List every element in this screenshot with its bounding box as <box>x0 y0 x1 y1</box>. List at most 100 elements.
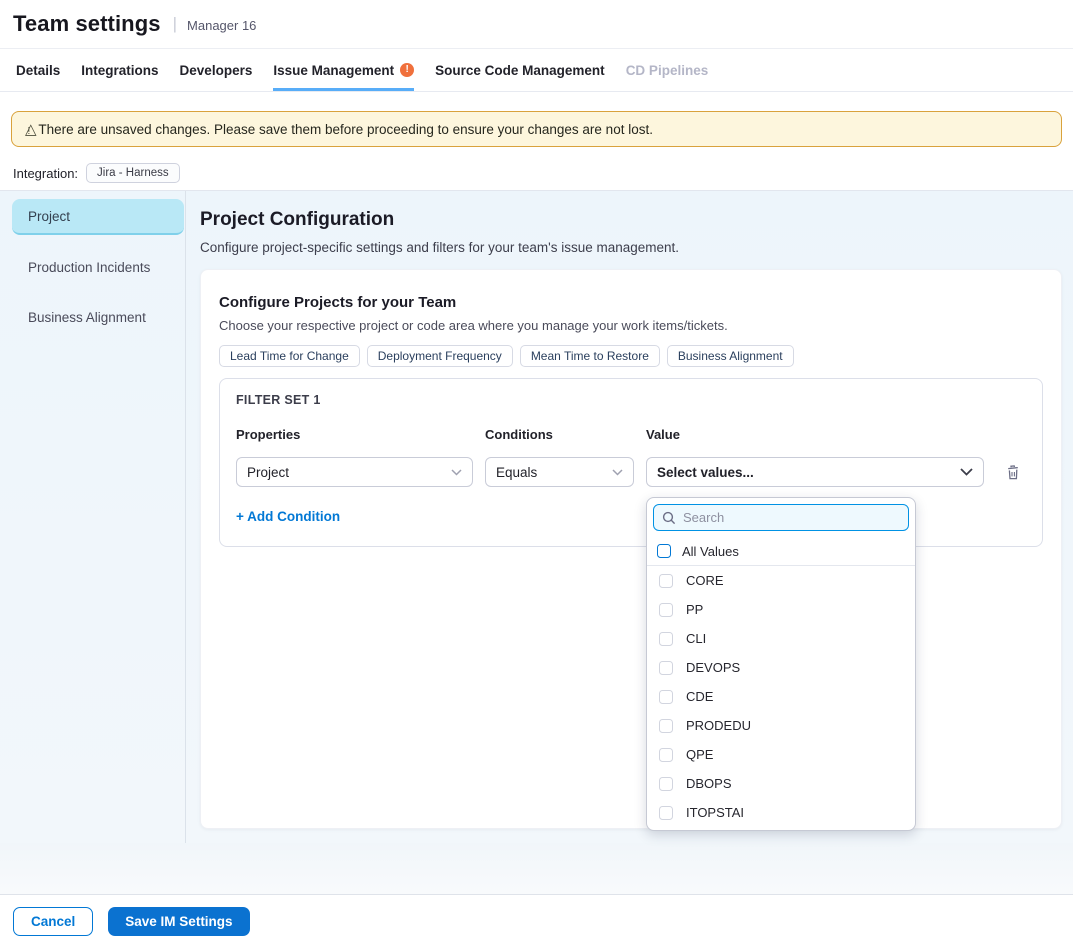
tab-developers[interactable]: Developers <box>180 49 253 91</box>
option-cli[interactable]: CLI <box>647 624 915 653</box>
content-area: Project Production Incidents Business Al… <box>0 190 1073 843</box>
card-title: Configure Projects for your Team <box>219 294 1043 311</box>
conditions-column-label: Conditions <box>485 427 634 442</box>
warning-triangle-icon: △! <box>25 122 30 137</box>
integration-chip[interactable]: Jira - Harness <box>86 163 180 183</box>
title-separator: | <box>173 14 177 34</box>
checkbox-all-values[interactable] <box>657 544 671 558</box>
sidebar-item-label: Business Alignment <box>28 310 146 325</box>
save-im-settings-button[interactable]: Save IM Settings <box>108 907 249 936</box>
checkbox[interactable] <box>659 777 673 791</box>
option-label: CDE <box>686 689 713 704</box>
checkbox[interactable] <box>659 632 673 646</box>
select-all-label: All Values <box>682 544 739 559</box>
checkbox[interactable] <box>659 661 673 675</box>
sidebar-item-label: Production Incidents <box>28 260 150 275</box>
tab-bar: Details Integrations Developers Issue Ma… <box>0 49 1073 92</box>
unsaved-changes-banner: △! There are unsaved changes. Please sav… <box>11 111 1062 147</box>
footer-action-bar: Cancel Save IM Settings <box>0 894 1073 948</box>
add-condition-button[interactable]: + Add Condition <box>236 509 340 524</box>
sidebar-item-production-incidents[interactable]: Production Incidents <box>12 249 184 285</box>
dropdown-search-input[interactable] <box>683 510 900 525</box>
unsaved-changes-badge-icon: ! <box>400 63 414 77</box>
option-label: DEVOPS <box>686 660 740 675</box>
property-select[interactable]: Project <box>236 457 473 487</box>
integration-row: Integration: Jira - Harness <box>13 163 1062 183</box>
configure-projects-card: Configure Projects for your Team Choose … <box>200 269 1062 829</box>
option-label: ITOPSTAI <box>686 805 744 820</box>
dropdown-search-box[interactable] <box>653 504 909 531</box>
sidebar-item-project[interactable]: Project <box>12 199 184 235</box>
condition-select-value: Equals <box>496 465 612 480</box>
option-label: CLI <box>686 631 706 646</box>
tab-label: Source Code Management <box>435 63 605 78</box>
option-itopstai[interactable]: ITOPSTAI <box>647 798 915 827</box>
notice-zone: △! There are unsaved changes. Please sav… <box>0 92 1073 190</box>
trash-icon <box>1005 464 1021 481</box>
chevron-down-icon <box>451 469 462 476</box>
tab-source-code-management[interactable]: Source Code Management <box>435 49 605 91</box>
checkbox[interactable] <box>659 806 673 820</box>
chip-mean-time-to-restore[interactable]: Mean Time to Restore <box>520 345 660 367</box>
tab-cd-pipelines: CD Pipelines <box>626 49 709 91</box>
value-select-wrapper: Select values... <box>646 457 984 487</box>
option-label: PRODEDU <box>686 718 751 733</box>
chevron-down-icon <box>960 468 973 476</box>
option-dbops[interactable]: DBOPS <box>647 769 915 798</box>
option-cde[interactable]: CDE <box>647 682 915 711</box>
filter-set-title: FILTER SET 1 <box>236 393 1026 407</box>
search-icon <box>662 511 676 525</box>
option-devops[interactable]: DEVOPS <box>647 653 915 682</box>
tab-issue-management[interactable]: Issue Management ! <box>273 49 414 91</box>
option-core[interactable]: CORE <box>647 566 915 595</box>
settings-sidebar: Project Production Incidents Business Al… <box>0 191 186 843</box>
chip-deployment-frequency[interactable]: Deployment Frequency <box>367 345 513 367</box>
checkbox[interactable] <box>659 719 673 733</box>
section-title: Project Configuration <box>200 209 1062 231</box>
property-select-value: Project <box>247 465 451 480</box>
page-header: Team settings | Manager 16 <box>0 0 1073 49</box>
tab-details[interactable]: Details <box>16 49 60 91</box>
option-qpe[interactable]: QPE <box>647 740 915 769</box>
filter-set-1-card: FILTER SET 1 Properties Conditions Value… <box>219 378 1043 547</box>
main-panel: Project Configuration Configure project-… <box>186 191 1073 843</box>
page-title: Team settings <box>13 11 161 37</box>
checkbox[interactable] <box>659 748 673 762</box>
value-dropdown-panel: All Values CORE PP <box>646 497 916 831</box>
integration-label: Integration: <box>13 166 78 181</box>
tab-label: Issue Management <box>273 63 394 78</box>
tab-label: CD Pipelines <box>626 63 709 78</box>
section-subtitle: Configure project-specific settings and … <box>200 240 1062 255</box>
checkbox[interactable] <box>659 574 673 588</box>
dropdown-options-list: CORE PP CLI <box>647 566 915 831</box>
select-all-option[interactable]: All Values <box>647 537 915 566</box>
page-subtitle: Manager 16 <box>187 15 256 33</box>
value-select-placeholder: Select values... <box>657 465 960 480</box>
tab-label: Details <box>16 63 60 78</box>
option-pipe[interactable]: PIPE <box>647 827 915 831</box>
option-pp[interactable]: PP <box>647 595 915 624</box>
value-column-label: Value <box>646 427 984 442</box>
delete-condition-button[interactable] <box>1005 464 1021 481</box>
sidebar-item-label: Project <box>28 209 70 224</box>
chevron-down-icon <box>612 469 623 476</box>
filter-condition-row: Project Equals Select values... <box>236 457 1026 487</box>
tab-integrations[interactable]: Integrations <box>81 49 158 91</box>
option-label: PP <box>686 602 703 617</box>
chip-business-alignment[interactable]: Business Alignment <box>667 345 794 367</box>
condition-select[interactable]: Equals <box>485 457 634 487</box>
option-prodedu[interactable]: PRODEDU <box>647 711 915 740</box>
value-multiselect[interactable]: Select values... <box>646 457 984 487</box>
chip-lead-time-for-change[interactable]: Lead Time for Change <box>219 345 360 367</box>
sidebar-item-business-alignment[interactable]: Business Alignment <box>12 299 184 335</box>
tab-label: Integrations <box>81 63 158 78</box>
tab-label: Developers <box>180 63 253 78</box>
filter-column-labels: Properties Conditions Value <box>236 427 1026 442</box>
cancel-button[interactable]: Cancel <box>13 907 93 936</box>
option-label: DBOPS <box>686 776 732 791</box>
card-subtitle: Choose your respective project or code a… <box>219 318 1043 333</box>
checkbox[interactable] <box>659 690 673 704</box>
option-label: QPE <box>686 747 713 762</box>
checkbox[interactable] <box>659 603 673 617</box>
properties-column-label: Properties <box>236 427 473 442</box>
